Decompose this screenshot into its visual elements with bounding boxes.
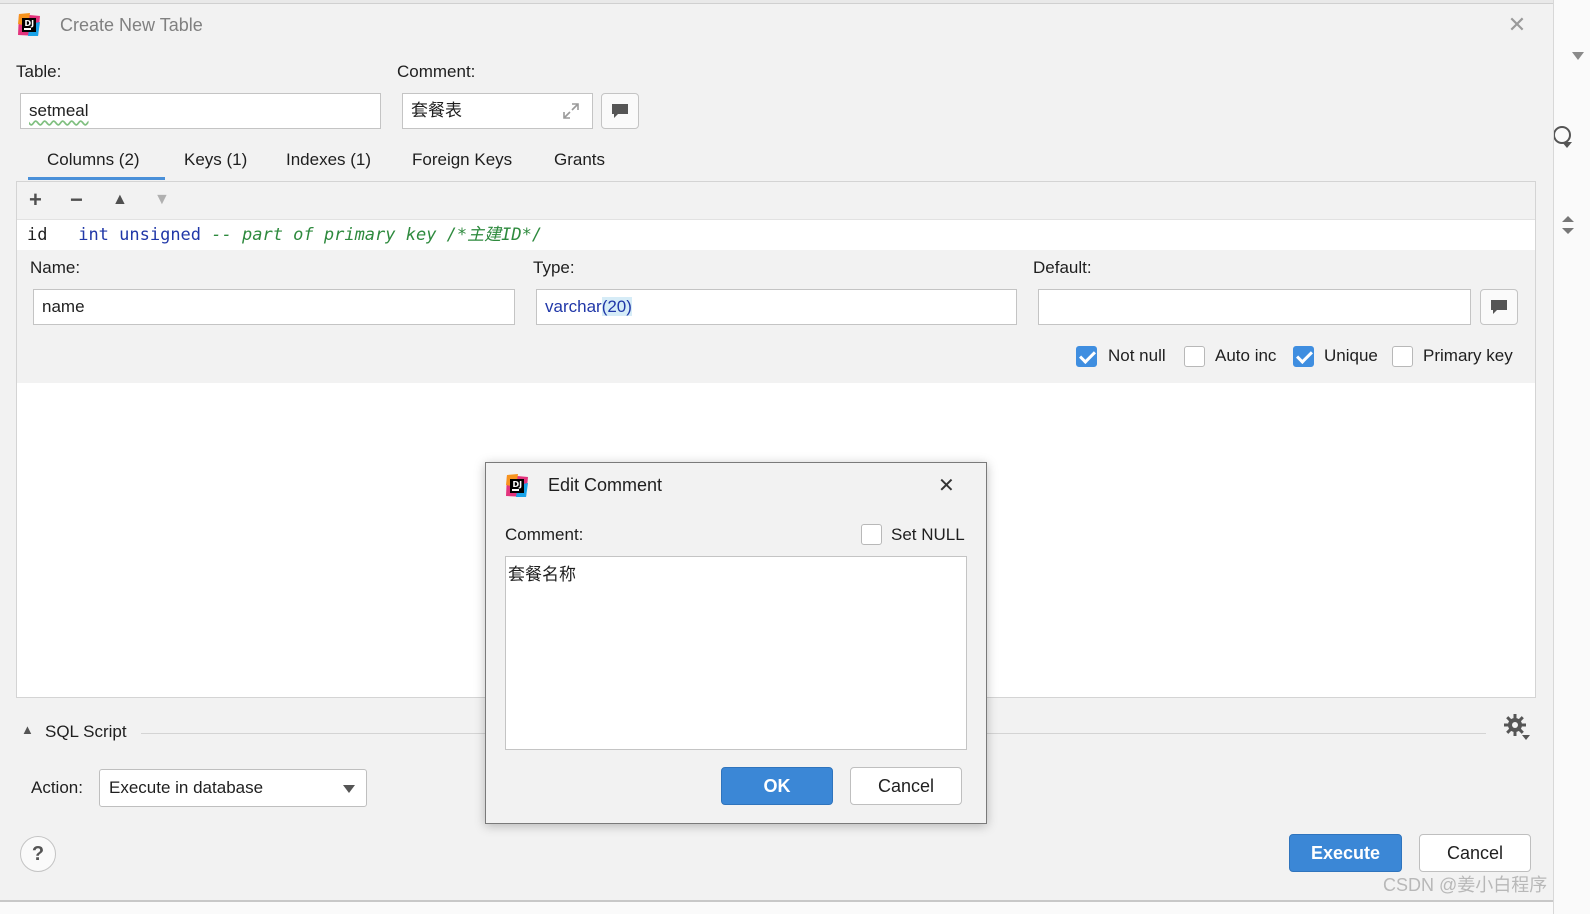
auto-inc-label: Auto inc [1215, 346, 1277, 365]
sql-script-label[interactable]: SQL Script [45, 722, 127, 742]
set-null-checkbox[interactable] [861, 524, 882, 545]
set-null-label: Set NULL [891, 525, 965, 544]
remove-column-icon[interactable]: − [70, 187, 83, 213]
ok-button[interactable]: OK [721, 767, 833, 805]
type-label: Type: [533, 258, 575, 277]
column-type-args: (20) [601, 297, 632, 316]
primary-key-checkbox[interactable] [1392, 346, 1413, 367]
tab-columns[interactable]: Columns (2) [47, 150, 140, 170]
columns-toolbar [17, 182, 1535, 220]
table-label: Table: [16, 62, 62, 81]
edit-comment-title: Edit Comment [548, 475, 663, 495]
column-row-id[interactable]: id int unsigned -- part of primary key /… [17, 221, 1535, 249]
comment-bubble-icon [1491, 300, 1507, 314]
gear-icon[interactable] [1503, 713, 1531, 741]
svg-text:DJ: DJ [513, 480, 523, 489]
comment-label: Comment: [397, 62, 476, 81]
tab-foreign-keys[interactable]: Foreign Keys [412, 150, 512, 170]
expand-icon[interactable] [561, 101, 581, 121]
tab-indexes[interactable]: Indexes (1) [286, 150, 371, 170]
table-name-value: setmeal [29, 101, 89, 120]
app-logo-icon: DJ [16, 12, 42, 38]
move-down-icon[interactable]: ▼ [154, 187, 170, 213]
action-label: Action: [31, 778, 83, 797]
help-button[interactable]: ? [20, 836, 56, 872]
not-null-label: Not null [1108, 346, 1166, 365]
dialog-title: Create New Table [60, 15, 203, 35]
primary-key-label: Primary key [1423, 346, 1513, 365]
default-label: Default: [1033, 258, 1092, 277]
not-null-checkbox[interactable] [1076, 346, 1097, 367]
background-ide-icons [1554, 52, 1584, 234]
move-up-icon[interactable]: ▲ [112, 187, 128, 213]
watermark: CSDN @姜小白程序 [1383, 875, 1548, 895]
tab-keys[interactable]: Keys (1) [184, 150, 247, 170]
column-type: int unsigned [78, 225, 202, 245]
unique-checkbox[interactable] [1293, 346, 1314, 367]
column-name-input[interactable]: name [33, 289, 515, 325]
add-column-icon[interactable]: + [29, 187, 42, 213]
default-edit-button[interactable] [1480, 289, 1518, 325]
action-select[interactable]: Execute in database [99, 769, 367, 807]
cancel-button[interactable]: Cancel [1419, 834, 1531, 872]
column-name: id [27, 225, 48, 245]
svg-text:DJ: DJ [25, 19, 35, 28]
table-name-input[interactable]: setmeal [20, 93, 381, 129]
chevron-down-icon [343, 785, 355, 793]
comment-bubble-icon [612, 104, 628, 118]
comment-textarea[interactable]: 套餐名称 [505, 556, 967, 750]
dialog-cancel-button[interactable]: Cancel [850, 767, 962, 805]
execute-button[interactable]: Execute [1289, 834, 1402, 872]
background-window-edge [0, 0, 1553, 4]
background-ide-strip [1553, 0, 1590, 914]
table-comment-value: 套餐表 [411, 101, 462, 121]
collapse-arrow-icon[interactable]: ▲ [21, 722, 34, 737]
edit-comment-dialog: DJ Edit Comment ✕ Comment: Set NULL 套餐名称… [485, 462, 987, 824]
column-name-value: name [42, 297, 85, 316]
tab-grants[interactable]: Grants [554, 150, 605, 170]
column-type-input[interactable]: varchar(20) [536, 289, 1017, 325]
column-default-input[interactable] [1038, 289, 1471, 325]
edit-comment-button[interactable] [601, 93, 639, 129]
close-icon[interactable]: ✕ [1504, 12, 1530, 38]
comment-textarea-value: 套餐名称 [508, 565, 576, 585]
auto-inc-checkbox[interactable] [1184, 346, 1205, 367]
active-tab-indicator [28, 177, 165, 180]
close-icon[interactable]: ✕ [938, 473, 955, 498]
column-comment: -- part of primary key /*主建ID*/ [211, 225, 543, 245]
background-bottom-edge [0, 900, 1553, 914]
name-label: Name: [30, 258, 81, 277]
app-logo-icon: DJ [504, 473, 530, 499]
action-select-value: Execute in database [109, 778, 264, 797]
edit-comment-label: Comment: [505, 525, 584, 544]
unique-label: Unique [1324, 346, 1378, 365]
column-type-value: varchar [545, 297, 602, 316]
